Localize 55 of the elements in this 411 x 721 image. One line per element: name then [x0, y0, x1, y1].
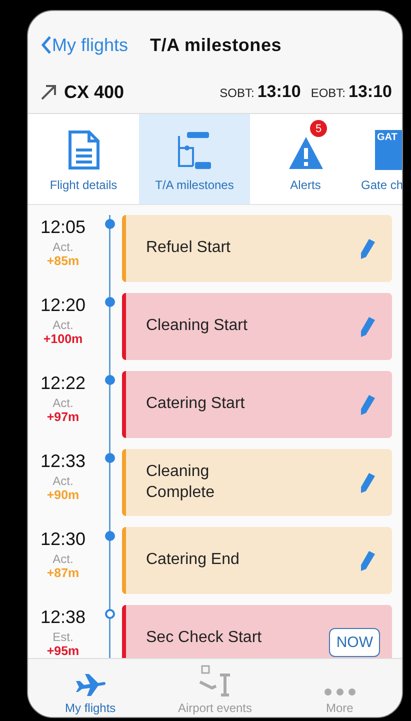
milestone-time: 12:22 [40, 373, 86, 394]
time-value: 13:10 [348, 82, 392, 101]
warning-icon [288, 136, 324, 170]
milestone-card[interactable]: Catering Start [122, 371, 392, 438]
time-mode: Est. [52, 630, 74, 644]
milestone-title: Sec Check Start [146, 628, 263, 648]
delay-text: +95m [46, 644, 80, 658]
time-mode: Act. [52, 552, 74, 566]
milestone-time: 12:05 [40, 217, 86, 238]
count-badge: 5 [310, 120, 327, 137]
pencil-icon [358, 550, 376, 572]
nav-item[interactable]: More [277, 659, 402, 717]
milestone-title: Catering End [146, 550, 240, 570]
screen-title: T/A milestones [150, 34, 282, 56]
milestone-time: 12:30 [40, 529, 86, 550]
back-link[interactable]: My flights [40, 34, 128, 56]
milestone-title: Cleaning Start [146, 316, 248, 336]
time-label: SOBT: [220, 86, 254, 100]
document-icon [68, 130, 100, 170]
more-icon [322, 687, 357, 697]
gate-sign-icon: GAT [375, 130, 402, 170]
delay-text: +90m [46, 488, 80, 502]
flight-number: CX 400 [64, 82, 124, 102]
delay-text: +85m [46, 254, 80, 268]
time-mode: Act. [52, 318, 74, 332]
pencil-icon [358, 316, 376, 338]
milestone-time: 12:33 [40, 451, 86, 472]
milestone-time: 12:20 [40, 295, 86, 316]
delay-text: +87m [46, 566, 80, 580]
tab[interactable]: T/A milestones [139, 114, 250, 204]
milestone-card[interactable]: Cleaning Start [122, 293, 392, 360]
milestone-card[interactable]: Refuel Start [122, 215, 392, 282]
delay-text: +100m [43, 332, 83, 346]
airplane-icon [74, 673, 106, 697]
time-mode: Act. [52, 474, 74, 488]
pencil-icon [358, 472, 376, 494]
milestone-title: Refuel Start [146, 238, 232, 258]
time-mode: Act. [52, 396, 74, 410]
chevron-left-icon [40, 35, 52, 55]
milestone-card[interactable]: Catering End [122, 527, 392, 594]
milestone-title: Cleaning Complete [146, 462, 216, 502]
pencil-icon [358, 238, 376, 260]
diagonal-arrow-icon [40, 83, 58, 101]
pencil-icon [358, 394, 376, 416]
milestone-time: 12:38 [40, 607, 86, 628]
nav-item[interactable]: Airport events [152, 659, 278, 717]
milestone-title: Catering Start [146, 394, 246, 414]
now-button[interactable]: NOW [329, 628, 380, 657]
time-label: EOBT: [310, 86, 346, 100]
delay-text: +97m [46, 410, 80, 424]
airport-tower-icon [198, 665, 232, 697]
time-value: 13:10 [257, 82, 301, 101]
milestone-card[interactable]: Cleaning Complete [122, 449, 392, 516]
nav-item[interactable]: My flights [28, 659, 153, 717]
time-mode: Act. [52, 240, 74, 254]
